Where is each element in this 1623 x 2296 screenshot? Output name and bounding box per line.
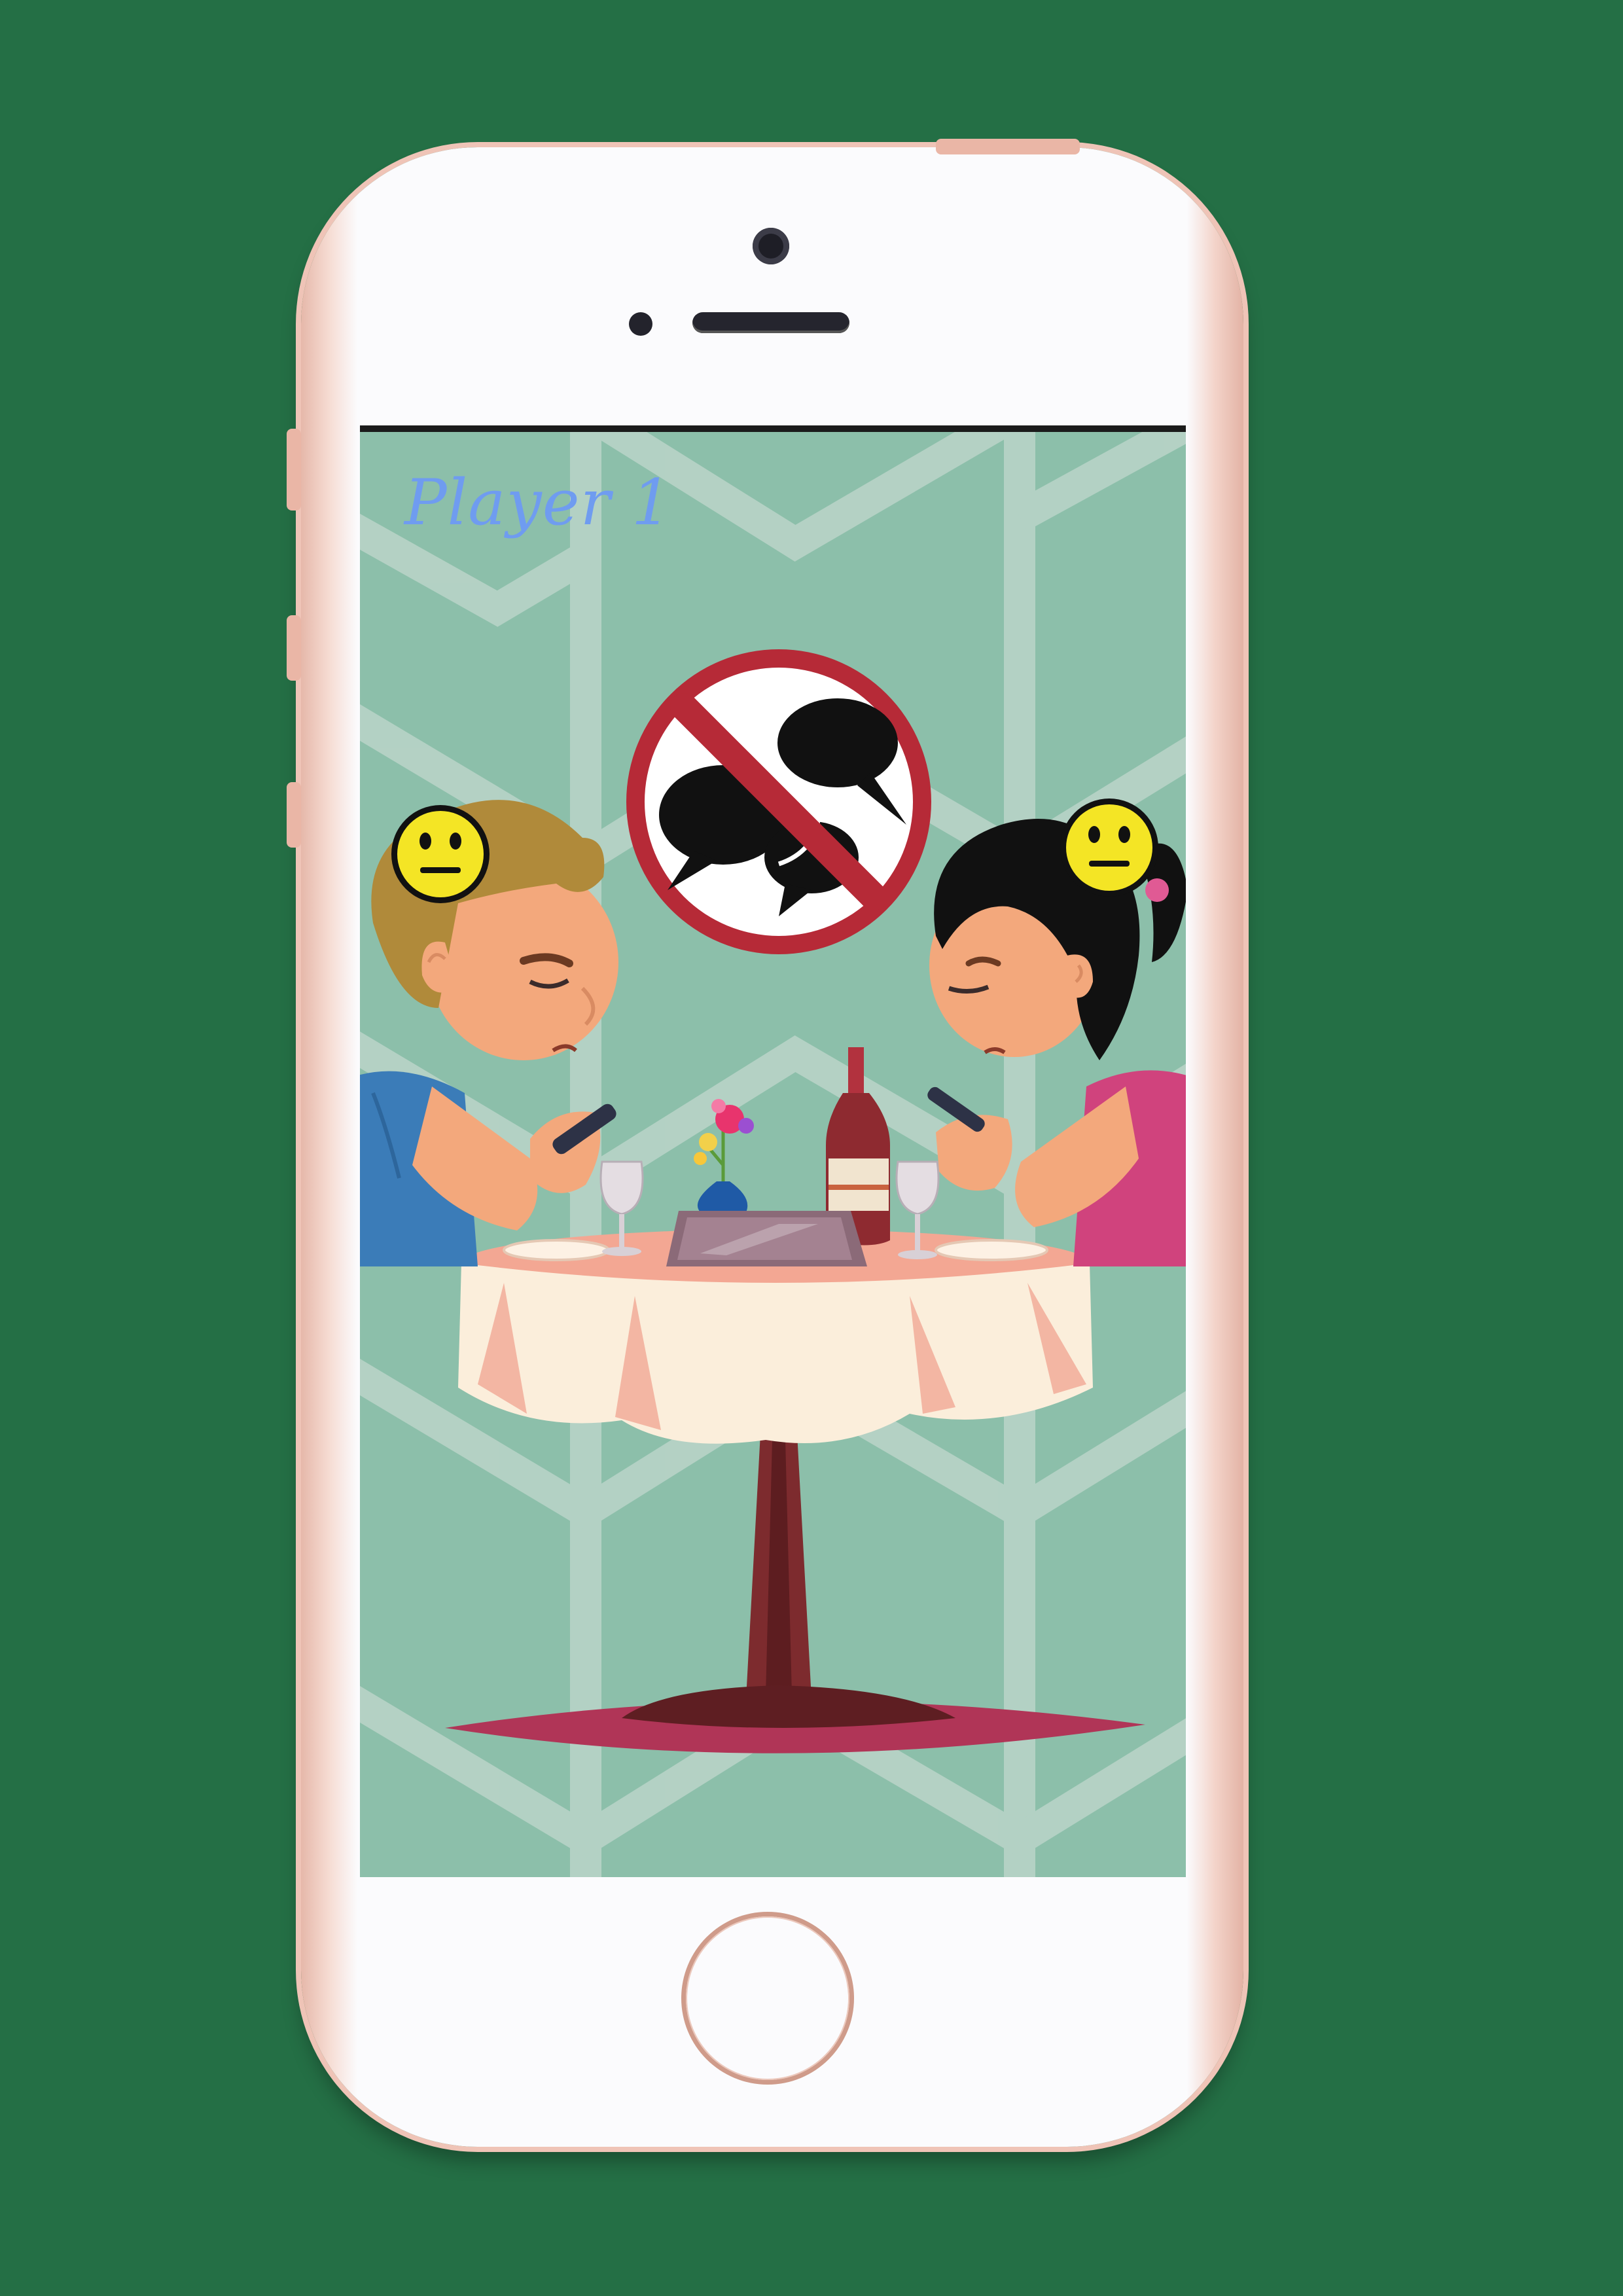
- table-card: [666, 1211, 867, 1266]
- proximity-sensor: [629, 312, 652, 336]
- front-camera: [753, 228, 789, 264]
- no-talking-sign-icon[interactable]: [626, 649, 931, 954]
- home-button[interactable]: [686, 1916, 849, 2080]
- phone-volume-up: [287, 615, 301, 681]
- table-base: [622, 1685, 955, 1728]
- girl-player[interactable]: [925, 819, 1186, 1266]
- phone-volume-down: [287, 782, 301, 848]
- right-plate: [935, 1239, 1048, 1261]
- phone-mute-switch: [287, 429, 301, 511]
- neutral-face-icon: [391, 805, 490, 903]
- game-screen[interactable]: Player 1: [360, 425, 1186, 1877]
- phone-power-button: [936, 139, 1080, 154]
- game-scene: [360, 432, 1186, 1877]
- neutral-face-icon: [1060, 798, 1158, 897]
- player-label: Player 1: [404, 466, 673, 539]
- earpiece-speaker: [692, 312, 849, 333]
- left-plate: [503, 1239, 610, 1261]
